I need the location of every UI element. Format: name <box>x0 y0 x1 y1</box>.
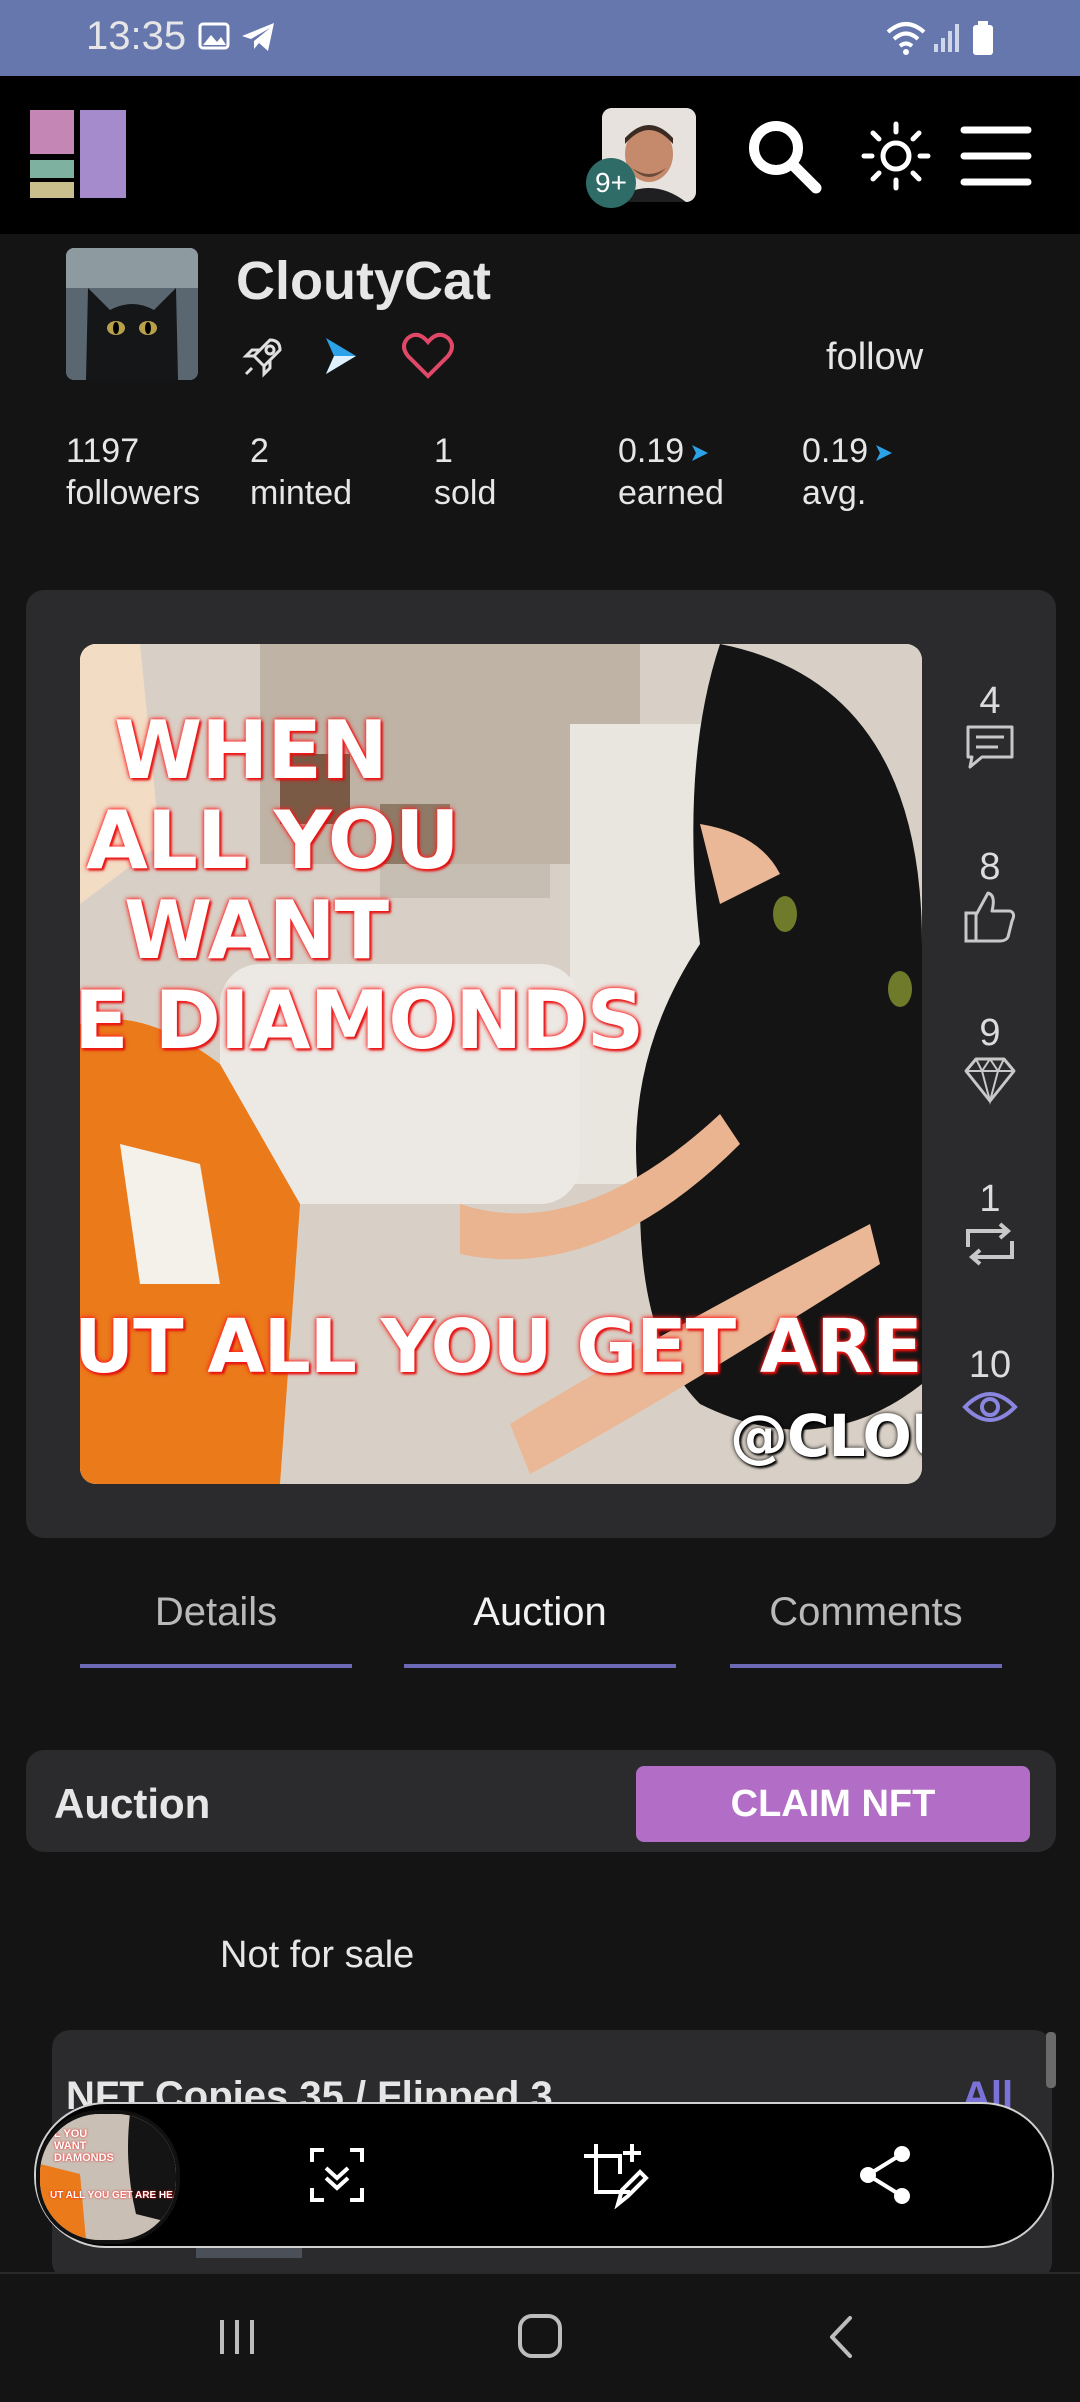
meme-text: WHEN <box>114 704 388 797</box>
tab-details-underline <box>80 1664 352 1668</box>
telegram-icon <box>242 23 274 51</box>
home-icon[interactable] <box>514 2310 566 2362</box>
stat-sold: 1 sold <box>434 430 496 514</box>
nft-image[interactable]: WHEN ALL YOU WANT E DIAMONDS UT ALL YOU … <box>80 644 922 1484</box>
tab-comments[interactable]: Comments <box>730 1590 1002 1635</box>
stat-label: minted <box>250 474 353 512</box>
likes-count: 8 <box>979 846 1001 888</box>
stat-value: 1197 <box>66 432 140 470</box>
rocket-icon <box>242 338 282 378</box>
tab-comments-underline <box>730 1664 1002 1668</box>
clout-icon <box>692 445 709 462</box>
stat-label: earned <box>618 474 724 512</box>
thumbnail-line: WANT <box>54 2140 87 2152</box>
meme-text: E DIAMONDS <box>80 974 644 1067</box>
tab-details[interactable]: Details <box>80 1590 352 1635</box>
comments-count: 4 <box>979 680 1001 722</box>
repost-icon <box>966 1222 1014 1266</box>
scrollbar-thumb[interactable] <box>1046 2032 1056 2088</box>
eye-icon <box>962 1392 1018 1422</box>
claim-nft-button[interactable]: CLAIM NFT <box>636 1766 1030 1842</box>
stat-value: 2 <box>250 432 269 470</box>
profile-name: CloutyCat <box>236 251 491 311</box>
wifi-icon <box>886 22 926 55</box>
status-time: 13:35 <box>86 14 187 58</box>
follow-button[interactable]: follow <box>826 336 923 379</box>
diamonds-count: 9 <box>979 1012 1001 1054</box>
thumbnail-line: L YOU <box>54 2128 88 2140</box>
stat-value: 0.19 <box>802 430 894 472</box>
diamonds-stat[interactable]: 9 <box>952 1012 1028 1115</box>
stat-label: avg. <box>802 474 867 512</box>
reposts-stat[interactable]: 1 <box>952 1178 1028 1277</box>
sun-icon[interactable] <box>860 120 932 192</box>
sale-status: Not for sale <box>220 1934 415 1976</box>
heart-icon[interactable] <box>400 330 456 382</box>
meme-text: WANT <box>124 884 389 977</box>
screenshot-thumbnail[interactable]: L YOU WANT DIAMONDS UT ALL YOU GET ARE H… <box>36 2110 180 2244</box>
share-icon[interactable] <box>852 2140 922 2210</box>
recent-apps-icon[interactable] <box>212 2312 262 2362</box>
stat-value: 0.19 <box>618 430 724 472</box>
profile-picture[interactable] <box>66 248 198 380</box>
battery-icon <box>973 21 993 55</box>
stat-avg: 0.19 avg. <box>802 430 894 514</box>
thumbnail-caption: L YOU WANT DIAMONDS <box>54 2128 114 2164</box>
gallery-icon <box>198 22 230 50</box>
thumbnail-line: UT ALL YOU GET ARE HEART <box>50 2190 180 2201</box>
stat-minted: 2 minted <box>250 430 352 514</box>
stat-number: 0.19 <box>618 432 685 470</box>
cat-avatar <box>66 248 198 380</box>
stat-number: 0.19 <box>802 432 869 470</box>
tab-auction-underline <box>404 1664 676 1668</box>
search-icon[interactable] <box>746 118 822 194</box>
stat-value: 1 <box>434 432 453 470</box>
stat-followers: 1197 followers <box>66 430 200 514</box>
logo-icon[interactable] <box>30 110 130 200</box>
auction-title: Auction <box>54 1780 211 1827</box>
menu-icon[interactable] <box>960 120 1032 192</box>
crop-edit-icon[interactable] <box>580 2140 650 2210</box>
clout-icon <box>326 338 356 374</box>
stat-earned: 0.19 earned <box>618 430 724 514</box>
diamond-icon <box>964 1057 1016 1105</box>
notification-badge[interactable]: 9+ <box>586 158 636 208</box>
reposts-count: 1 <box>979 1178 1001 1220</box>
signal-icon <box>934 24 959 52</box>
clout-icon <box>876 445 893 462</box>
comment-icon <box>966 725 1014 769</box>
likes-stat[interactable]: 8 <box>952 846 1028 955</box>
scan-capture-icon[interactable] <box>302 2140 372 2210</box>
views-count: 10 <box>968 1344 1012 1386</box>
comments-stat[interactable]: 4 <box>952 680 1028 781</box>
meme-text: UT ALL YOU GET ARE HEART <box>80 1304 922 1390</box>
stat-label: sold <box>434 474 497 512</box>
meme-watermark: @CLOUTY <box>730 1402 922 1470</box>
stat-label: followers <box>66 474 201 512</box>
back-icon[interactable] <box>820 2312 864 2362</box>
meme-text: ALL YOU <box>86 794 460 887</box>
thumbs-up-icon <box>964 891 1016 943</box>
thumbnail-line: DIAMONDS <box>54 2152 114 2164</box>
views-stat: 10 <box>952 1344 1028 1437</box>
tab-auction[interactable]: Auction <box>404 1590 676 1635</box>
